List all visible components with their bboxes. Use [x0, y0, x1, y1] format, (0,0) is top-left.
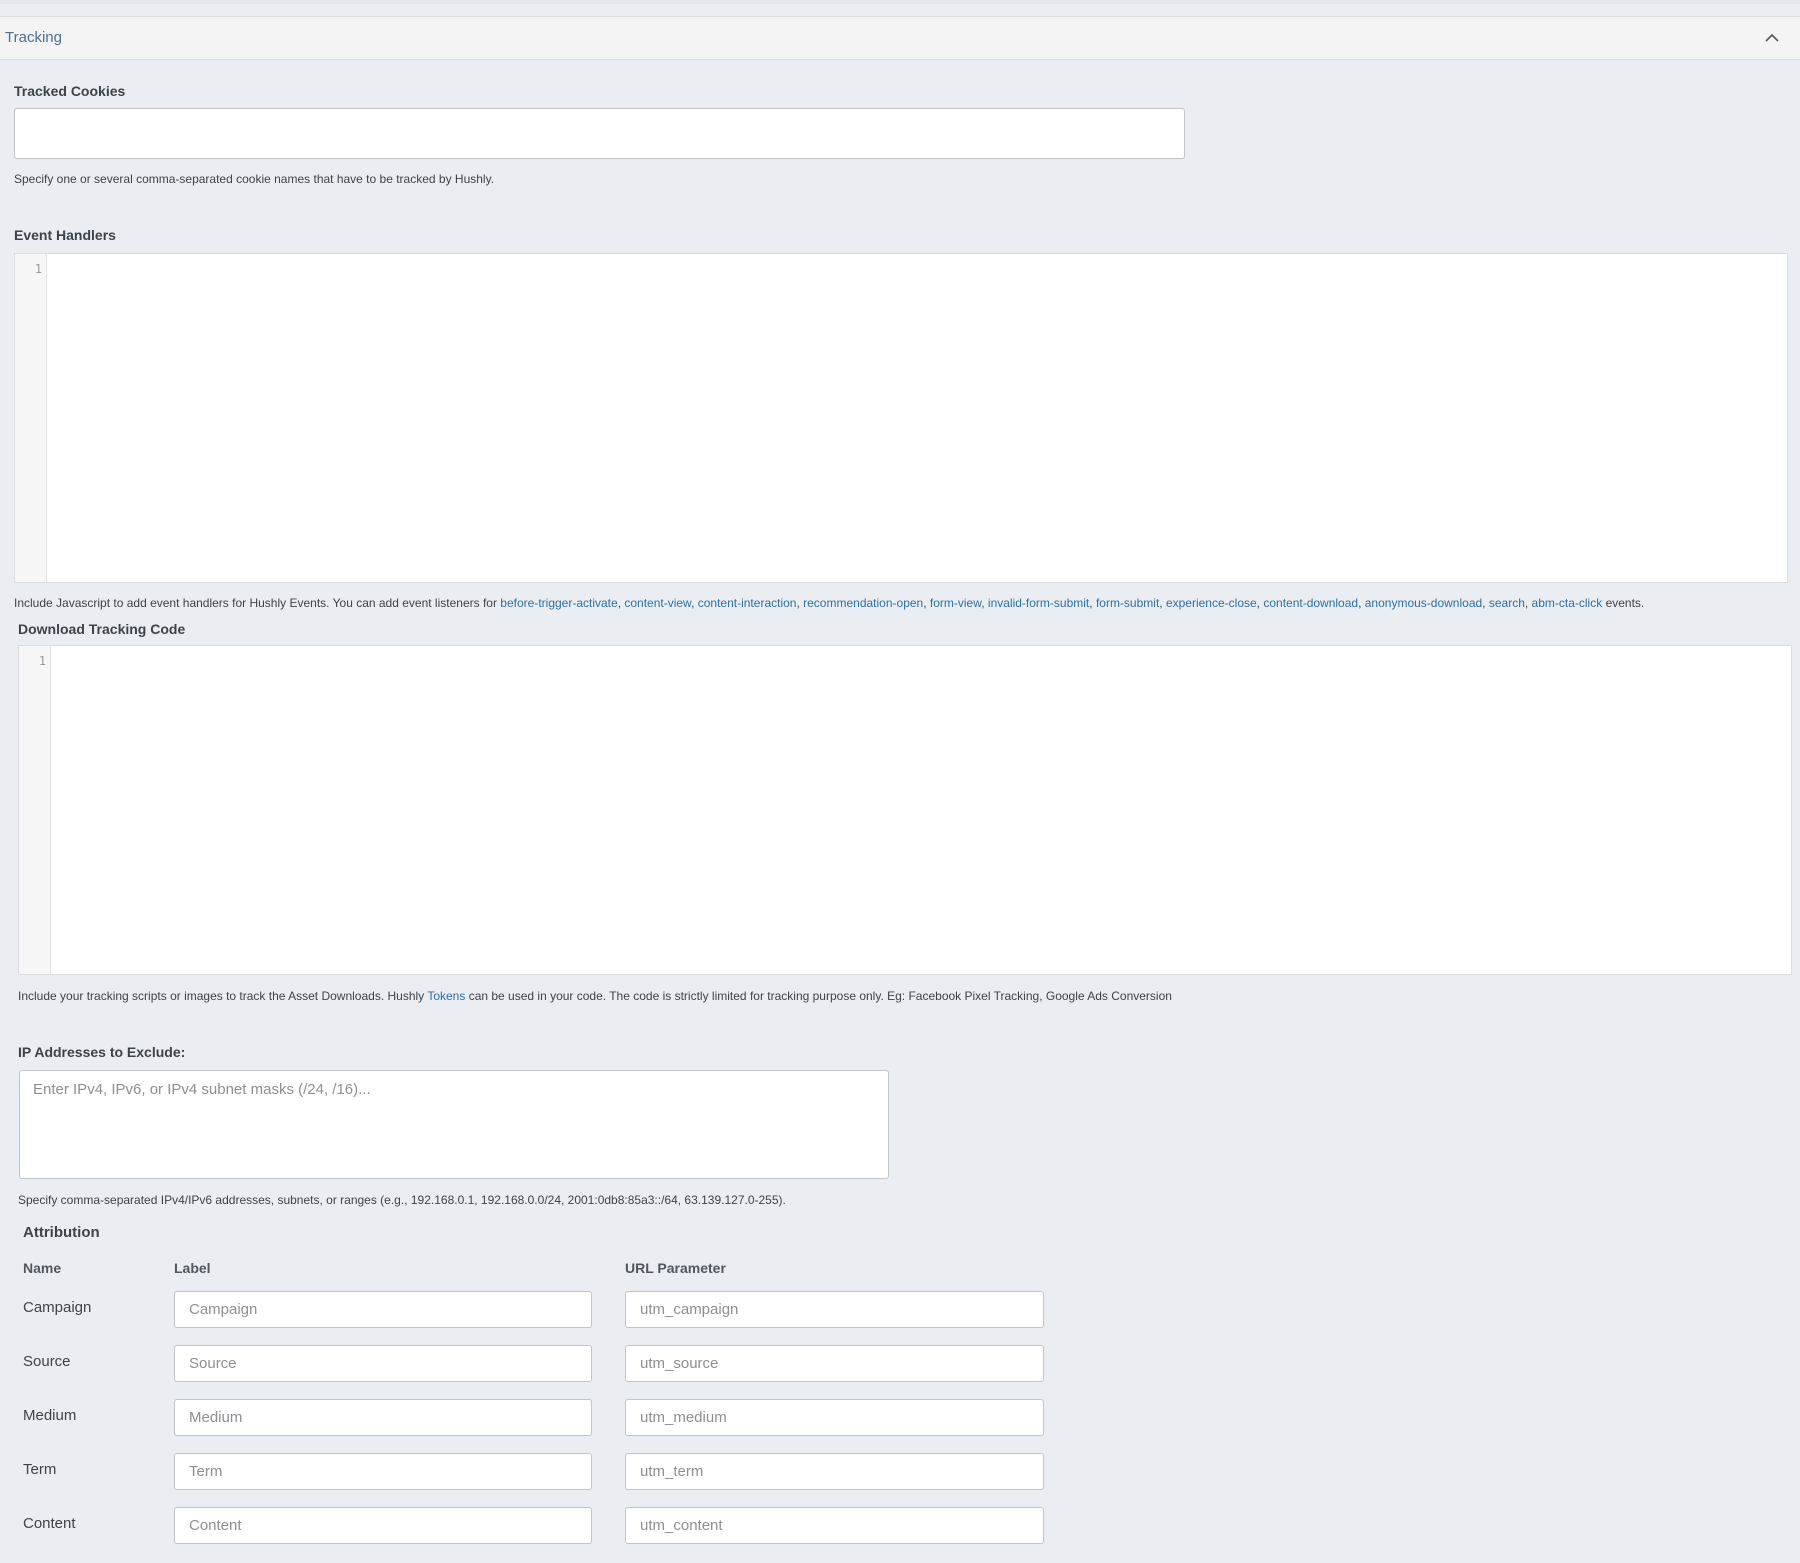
attribution-col-label: Label [174, 1260, 211, 1276]
ip-exclude-label: IP Addresses to Exclude: [18, 1044, 186, 1060]
tracking-panel-header[interactable]: Tracking [0, 16, 1800, 60]
event-separator: , [1524, 596, 1532, 610]
attribution-label-input[interactable] [174, 1453, 592, 1490]
download-tracking-help-suffix: can be used in your code. The code is st… [468, 989, 1172, 1003]
line-gutter: 1 [19, 646, 51, 974]
tracked-cookies-help: Specify one or several comma-separated c… [14, 172, 495, 186]
event-link[interactable]: search [1489, 596, 1525, 610]
event-handlers-editor[interactable]: 1 [14, 253, 1788, 583]
event-handlers-help-suffix: events. [1605, 596, 1645, 610]
event-link[interactable]: content-view [624, 596, 691, 610]
attribution-label-input[interactable] [174, 1399, 592, 1436]
attribution-param-input[interactable] [625, 1399, 1044, 1436]
event-link[interactable]: form-view [930, 596, 981, 610]
attribution-label-input[interactable] [174, 1345, 592, 1382]
attribution-row-name: Term [23, 1461, 57, 1478]
tokens-link[interactable]: Tokens [427, 989, 465, 1003]
tracked-cookies-input[interactable] [14, 108, 1185, 159]
event-link[interactable]: before-trigger-activate [500, 596, 617, 610]
event-links: before-trigger-activate, content-view, c… [500, 596, 1602, 610]
top-strip [0, 0, 1800, 4]
event-link[interactable]: invalid-form-submit [988, 596, 1089, 610]
download-tracking-code-area[interactable] [52, 646, 1791, 974]
line-number: 1 [38, 654, 46, 668]
event-link[interactable]: anonymous-download [1365, 596, 1482, 610]
event-handlers-help: Include Javascript to add event handlers… [14, 596, 1644, 610]
attribution-label-input[interactable] [174, 1291, 592, 1328]
event-link[interactable]: recommendation-open [803, 596, 923, 610]
chevron-up-icon[interactable] [1762, 27, 1782, 47]
attribution-label-input[interactable] [174, 1507, 592, 1544]
download-tracking-label: Download Tracking Code [18, 621, 186, 637]
event-handlers-label: Event Handlers [14, 227, 116, 243]
event-link[interactable]: experience-close [1166, 596, 1257, 610]
attribution-col-name: Name [23, 1260, 62, 1276]
download-tracking-help-prefix: Include your tracking scripts or images … [18, 989, 425, 1003]
event-handlers-code-area[interactable] [48, 254, 1787, 582]
attribution-row-name: Medium [23, 1407, 77, 1424]
event-link[interactable]: form-submit [1096, 596, 1159, 610]
event-link[interactable]: content-interaction [698, 596, 797, 610]
event-separator: , [981, 596, 988, 610]
attribution-param-input[interactable] [625, 1507, 1044, 1544]
event-separator: , [691, 596, 698, 610]
line-gutter: 1 [15, 254, 47, 582]
event-separator: , [923, 596, 930, 610]
event-separator: , [1358, 596, 1365, 610]
line-number: 1 [34, 262, 42, 276]
ip-exclude-input[interactable] [19, 1070, 889, 1179]
attribution-row-name: Source [23, 1353, 71, 1370]
download-tracking-help: Include your tracking scripts or images … [18, 989, 1172, 1003]
attribution-param-input[interactable] [625, 1291, 1044, 1328]
tracked-cookies-label: Tracked Cookies [14, 83, 126, 99]
attribution-param-input[interactable] [625, 1345, 1044, 1382]
panel-title: Tracking [5, 29, 62, 46]
attribution-title: Attribution [23, 1224, 100, 1241]
attribution-row-name: Campaign [23, 1299, 92, 1316]
event-separator: , [1159, 596, 1166, 610]
ip-exclude-help: Specify comma-separated IPv4/IPv6 addres… [18, 1193, 786, 1207]
attribution-param-input[interactable] [625, 1453, 1044, 1490]
event-separator: , [1482, 596, 1489, 610]
attribution-row-name: Content [23, 1515, 76, 1532]
event-handlers-help-prefix: Include Javascript to add event handlers… [14, 596, 497, 610]
attribution-col-param: URL Parameter [625, 1260, 726, 1276]
event-link[interactable]: abm-cta-click [1532, 596, 1603, 610]
event-separator: , [1089, 596, 1096, 610]
event-link[interactable]: content-download [1263, 596, 1358, 610]
download-tracking-editor[interactable]: 1 [18, 645, 1792, 975]
